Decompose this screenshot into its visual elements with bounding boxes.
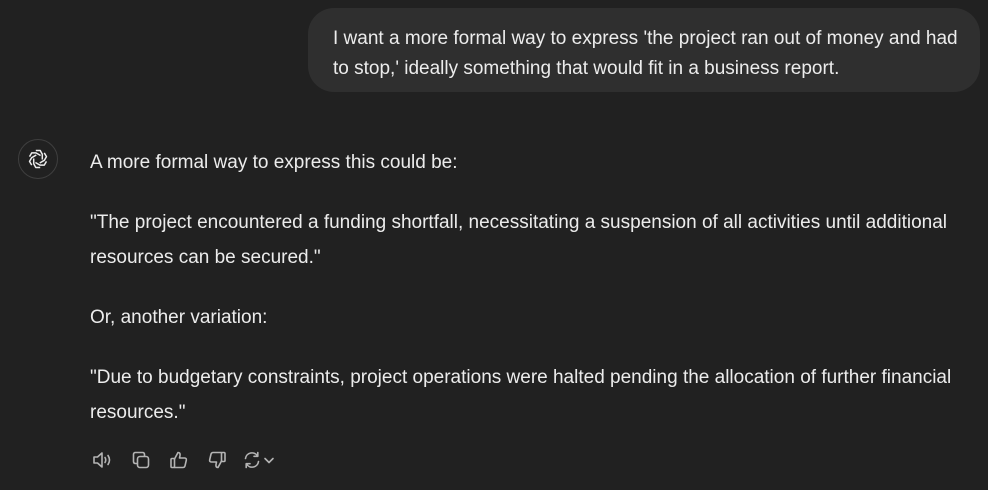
chat-view: I want a more formal way to express 'the…: [0, 0, 988, 490]
thumbs-up-button[interactable]: [166, 447, 192, 473]
copy-icon: [131, 450, 151, 470]
user-message-text: I want a more formal way to express 'the…: [333, 28, 958, 79]
thumbs-down-icon: [207, 450, 227, 470]
chevron-down-icon: [262, 450, 276, 470]
thumbs-up-icon: [169, 450, 189, 470]
read-aloud-icon: [92, 450, 114, 470]
response-paragraph: "Due to budgetary constraints, project o…: [90, 367, 952, 423]
assistant-message: A more formal way to express this could …: [90, 145, 970, 430]
regenerate-button[interactable]: [242, 447, 282, 473]
user-message-bubble: I want a more formal way to express 'the…: [308, 8, 980, 92]
response-paragraph: A more formal way to express this could …: [90, 152, 458, 173]
thumbs-down-button[interactable]: [204, 447, 230, 473]
message-action-bar: [90, 447, 282, 473]
openai-logo-icon: [26, 147, 50, 171]
regenerate-icon: [242, 450, 262, 470]
copy-button[interactable]: [128, 447, 154, 473]
response-paragraph: Or, another variation:: [90, 307, 268, 328]
read-aloud-button[interactable]: [90, 447, 116, 473]
assistant-avatar: [18, 139, 58, 179]
response-paragraph: "The project encountered a funding short…: [90, 212, 947, 268]
